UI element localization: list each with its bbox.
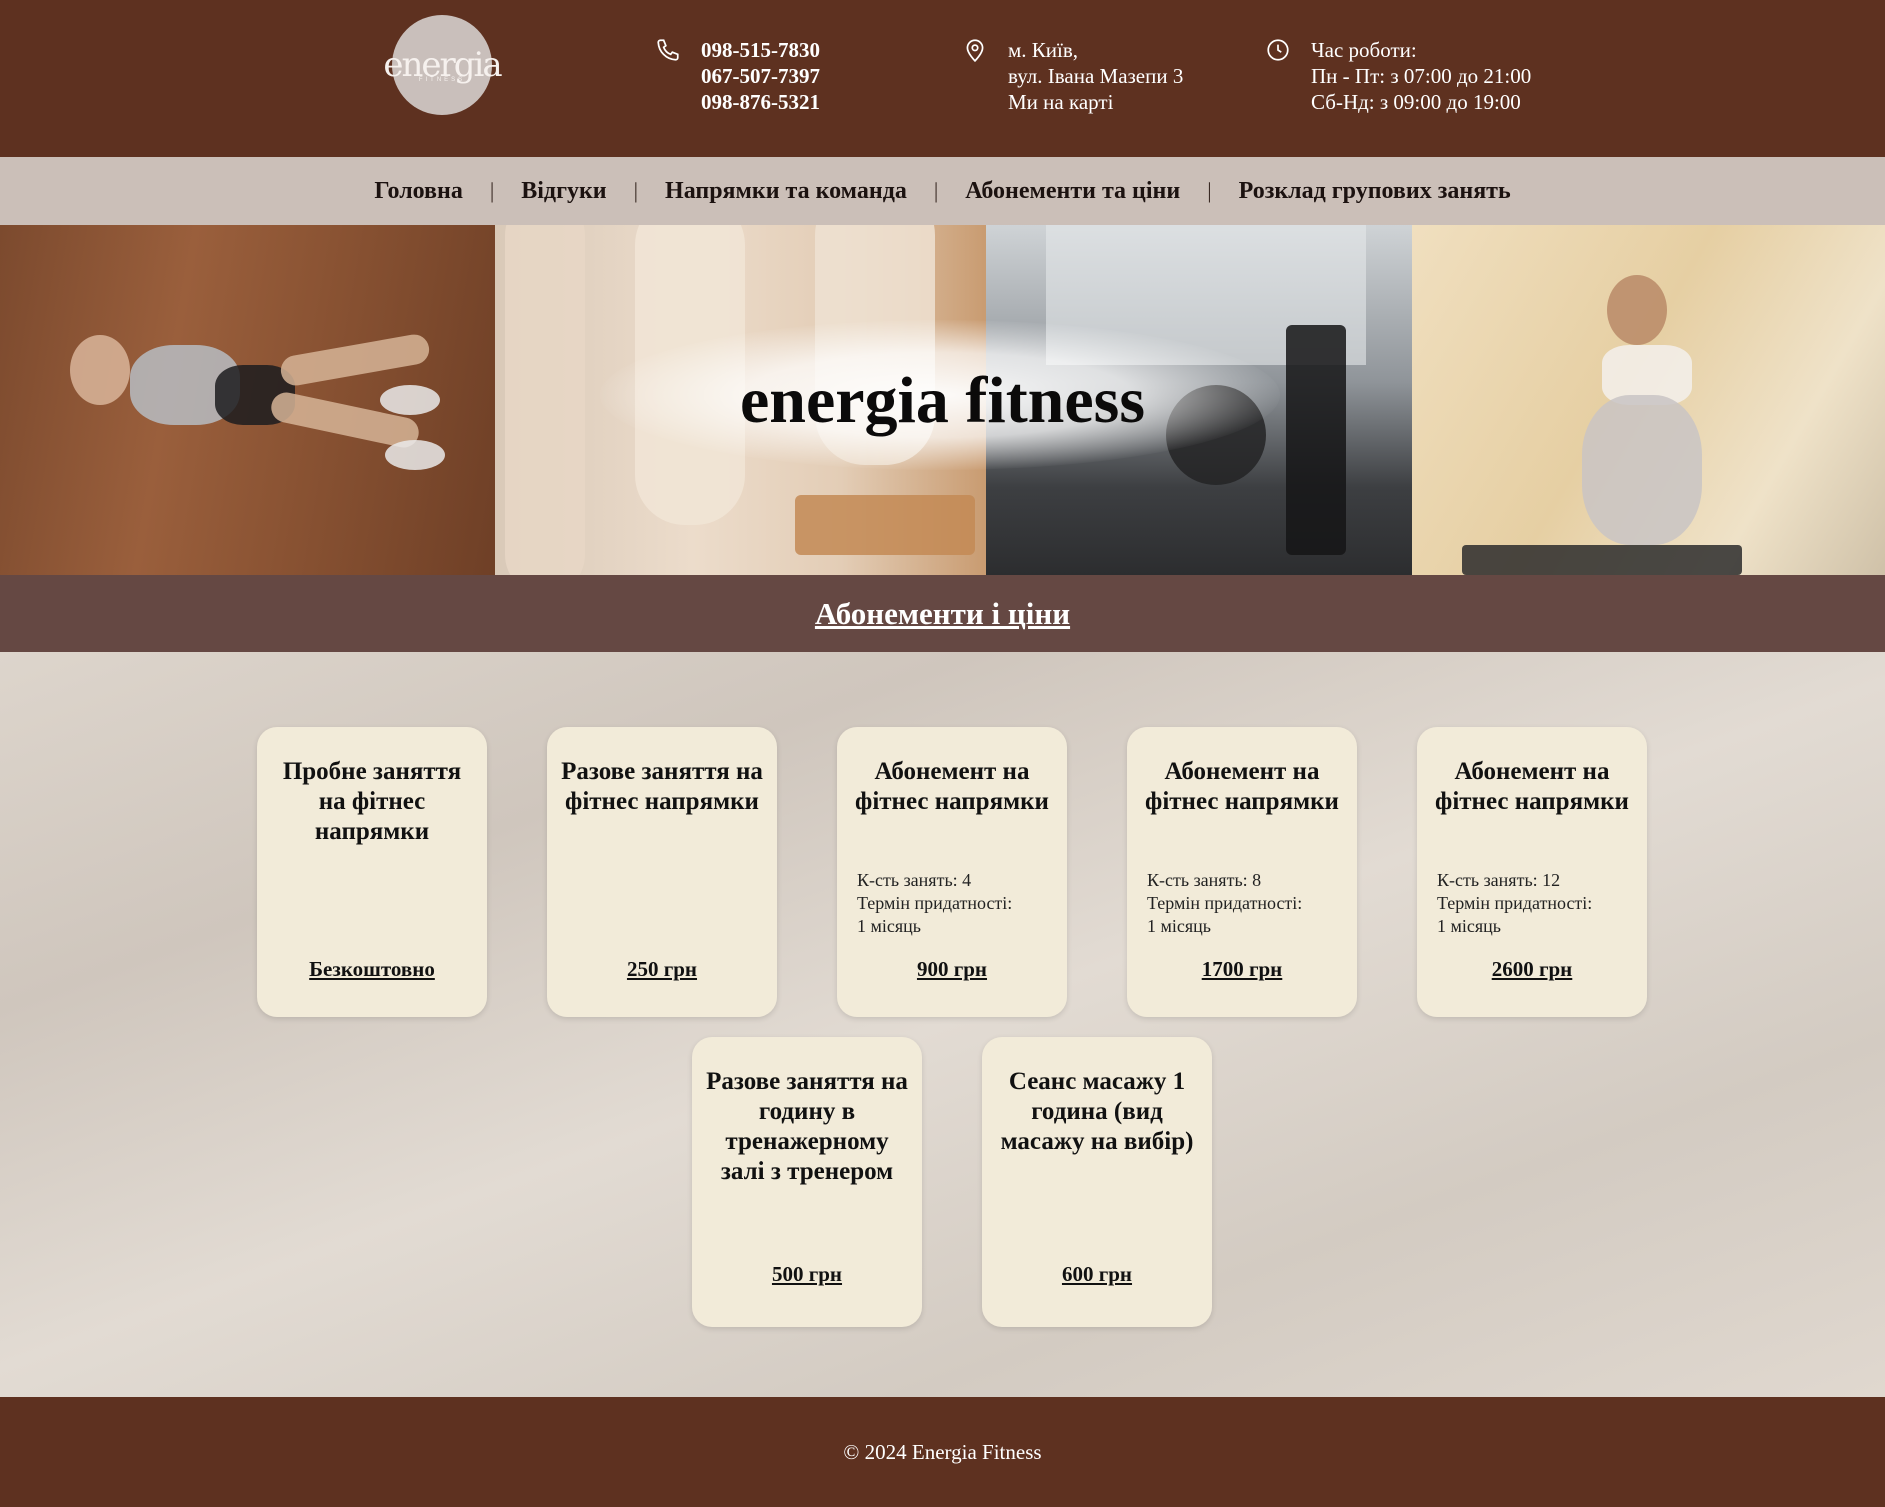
card-info: К-сть занять: 12 Термін придатності: 1 м… (1437, 869, 1637, 938)
card-title: Абонемент на фітнес напрямки (855, 758, 1049, 815)
site-footer: © 2024 Energia Fitness (0, 1397, 1885, 1507)
hours-weekdays: Пн - Пт: з 07:00 до 21:00 (1311, 64, 1532, 88)
hours-block: Час роботи: Пн - Пт: з 07:00 до 21:00 Сб… (1267, 37, 1532, 115)
map-link[interactable]: Ми на карті (1008, 89, 1183, 115)
card-title: Сеанс масажу 1 година (вид масажу на виб… (1000, 1068, 1194, 1155)
card-price[interactable]: 900 грн (837, 957, 1067, 982)
phone-icon (657, 39, 679, 61)
logo[interactable]: energia FITNESS (383, 15, 503, 115)
clock-icon (1267, 39, 1289, 61)
location-pin-icon (966, 39, 984, 63)
card-validity-label: Термін придатності: (857, 893, 1013, 913)
card-title: Разове заняття на фітнес напрямки (561, 758, 763, 815)
card-validity: 1 місяць (857, 916, 922, 936)
address-city: м. Київ, (1008, 38, 1079, 62)
price-card: Абонемент на фітнес напрямки К-сть занят… (1127, 727, 1357, 1017)
card-price[interactable]: 600 грн (982, 1262, 1212, 1287)
nav-item-prices[interactable]: Абонементи та ціни (938, 178, 1207, 205)
card-info: К-сть занять: 4 Термін придатності: 1 мі… (857, 869, 1057, 938)
card-title: Разове заняття на годину в тренажерному … (706, 1068, 908, 1185)
nav-item-directions[interactable]: Напрямки та команда (638, 178, 934, 205)
card-title: Пробне заняття на фітнес напрямки (282, 758, 462, 845)
card-validity: 1 місяць (1437, 916, 1502, 936)
phone-block: 098-515-7830 067-507-7397 098-876-5321 (657, 37, 820, 115)
card-info: К-сть занять: 8 Термін придатності: 1 мі… (1147, 869, 1347, 938)
logo-subtext: FITNESS (418, 77, 466, 83)
main-nav: Головна | Відгуки | Напрямки та команда … (0, 157, 1885, 225)
card-price[interactable]: Безкоштовно (257, 957, 487, 982)
card-title: Абонемент на фітнес напрямки (1435, 758, 1629, 815)
card-sessions: К-сть занять: 4 (857, 870, 972, 890)
prices-section-title[interactable]: Абонементи і ціни (815, 596, 1070, 632)
prices-section: Пробне заняття на фітнес напрямки Безкош… (0, 652, 1885, 1397)
card-validity-label: Термін придатності: (1147, 893, 1303, 913)
address-street: вул. Івана Мазепи 3 (1008, 64, 1184, 88)
hours-weekend: Сб-Нд: з 09:00 до 19:00 (1311, 90, 1521, 114)
card-price[interactable]: 500 грн (692, 1262, 922, 1287)
site-header: energia FITNESS 098-515-7830 067-507-739… (0, 0, 1885, 157)
card-sessions: К-сть занять: 8 (1147, 870, 1262, 890)
price-card: Пробне заняття на фітнес напрямки Безкош… (257, 727, 487, 1017)
card-price[interactable]: 250 грн (547, 957, 777, 982)
hero-title: energia fitness (739, 364, 1146, 437)
price-card: Разове заняття на годину в тренажерному … (692, 1037, 922, 1327)
phone-link-3[interactable]: 098-876-5321 (701, 89, 820, 115)
phone-link-1[interactable]: 098-515-7830 (701, 37, 820, 63)
phone-link-2[interactable]: 067-507-7397 (701, 63, 820, 89)
price-card: Абонемент на фітнес напрямки К-сть занят… (837, 727, 1067, 1017)
address-block: м. Київ, вул. Івана Мазепи 3 Ми на карті (966, 37, 1184, 115)
nav-item-reviews[interactable]: Відгуки (494, 178, 633, 205)
price-card: Абонемент на фітнес напрямки К-сть занят… (1417, 727, 1647, 1017)
footer-copyright: © 2024 Energia Fitness (843, 1439, 1042, 1464)
hours-label: Час роботи: (1311, 38, 1417, 62)
nav-item-home[interactable]: Головна (347, 178, 490, 205)
price-card: Сеанс масажу 1 година (вид масажу на виб… (982, 1037, 1212, 1327)
hero-banner: energia fitness (0, 225, 1885, 575)
card-validity-label: Термін придатності: (1437, 893, 1593, 913)
card-price[interactable]: 2600 грн (1417, 957, 1647, 982)
card-price[interactable]: 1700 грн (1127, 957, 1357, 982)
card-title: Абонемент на фітнес напрямки (1145, 758, 1339, 815)
card-validity: 1 місяць (1147, 916, 1212, 936)
price-card: Разове заняття на фітнес напрямки 250 гр… (547, 727, 777, 1017)
card-sessions: К-сть занять: 12 (1437, 870, 1561, 890)
nav-item-schedule[interactable]: Розклад групових занять (1212, 178, 1538, 205)
prices-section-header: Абонементи і ціни (0, 575, 1885, 652)
